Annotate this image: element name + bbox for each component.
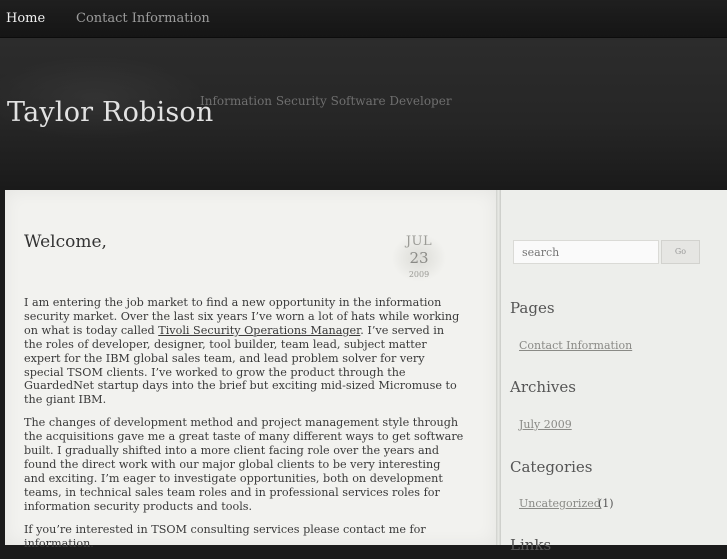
sidebar-link-contact[interactable]: Contact Information (519, 339, 632, 352)
tsom-link[interactable]: Tivoli Security Operations Manager (158, 324, 360, 337)
main-content: Welcome, JUL 23 2009 I am entering the j… (5, 190, 496, 550)
pages-heading: Pages (510, 299, 555, 317)
post-paragraph-2: The changes of development method and pr… (24, 416, 464, 513)
sidebar-link-july-2009[interactable]: July 2009 (519, 418, 572, 431)
category-count: (1) (598, 497, 614, 510)
search-input[interactable] (513, 240, 659, 264)
nav-home-link[interactable]: Home (6, 11, 45, 26)
categories-heading: Categories (510, 458, 593, 476)
post-title[interactable]: Welcome, (24, 232, 107, 252)
post-paragraph-1: I am entering the job market to find a n… (24, 296, 464, 407)
nav-contact-link[interactable]: Contact Information (76, 11, 210, 26)
search-button[interactable]: Go (661, 240, 700, 264)
post-date-badge: JUL 23 2009 (389, 232, 449, 284)
post-body: I am entering the job market to find a n… (24, 296, 464, 559)
links-heading: Links (510, 536, 552, 554)
archives-heading: Archives (510, 378, 576, 396)
date-month: JUL (405, 234, 433, 249)
site-header: Taylor Robison Information Security Soft… (0, 38, 727, 190)
post-paragraph-3: If you’re interested in TSOM consulting … (24, 522, 426, 550)
top-navigation: Home Contact Information (0, 0, 727, 38)
site-tagline: Information Security Software Developer (200, 94, 452, 108)
date-year: 2009 (408, 270, 430, 279)
site-title[interactable]: Taylor Robison (7, 97, 213, 128)
sidebar-link-uncategorized[interactable]: Uncategorized (519, 497, 601, 510)
sidebar: Go Pages Contact Information Archives Ju… (501, 190, 727, 554)
date-day: 23 (409, 249, 429, 267)
